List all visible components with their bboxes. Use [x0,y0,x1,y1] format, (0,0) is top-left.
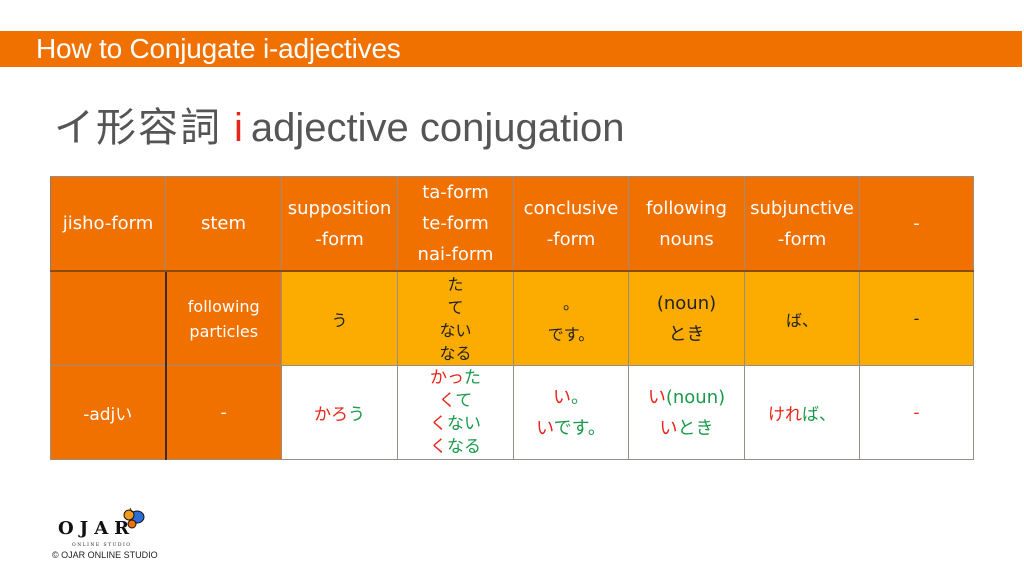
adj-subjunctive: ければ、 [744,365,860,460]
adj-kunai: くない [399,413,513,436]
stem-part: く [438,390,456,411]
adj-i-noun: い(noun) [630,382,744,413]
endings-stem: following particles [164,270,282,366]
ending-te: て [447,297,464,317]
header-conclusive-form: conclusive -form [513,176,629,272]
stem-part: い [647,386,666,408]
endings-supposition: う [281,270,398,366]
stem-part: けれ [768,405,802,425]
copyright-text: © OJAR ONLINE STUDIO [52,550,158,560]
ending-period: 。 [562,293,579,313]
stem-part: く [430,413,447,434]
header-following-nouns: following nouns [628,176,745,272]
ending-part: ば、 [802,405,836,425]
adj-ta-te-nai: かった くて くない くなる [397,365,514,460]
endings-conclusive: 。 です。 [513,270,629,366]
ending-part: 。 [571,386,589,408]
heading-japanese: イ形容詞 [54,105,222,151]
adj-katta: かった [399,367,513,390]
ending-nai: ない [439,320,472,340]
ending-ta: た [447,274,464,294]
adj-conclusive: い。 いです。 [513,365,629,460]
header-row: jisho-form stem supposition -form ta-for… [50,176,974,272]
adj-idesu: いです。 [515,413,628,444]
ending-part: ない [447,413,481,434]
adj-kute: くて [399,390,513,413]
endings-row: following particles う た て ない なる 。 です。 (n… [50,270,974,366]
header-ta-te-nai-form: ta-form te-form nai-form [397,176,514,272]
adj-i-period: い。 [515,382,628,413]
logo-subtext: ONLINE STUDIO [72,543,132,548]
title-banner: How to Conjugate i-adjectives [0,31,1022,67]
endings-following-nouns: (noun) とき [628,270,745,366]
header-subjunctive-form: subjunctive -form [744,176,860,272]
adj-itoki: いとき [630,413,744,444]
header-stem: stem [165,176,282,272]
page-heading: イ形容詞 i adjective conjugation [54,98,624,158]
adj-following-nouns: い(noun) いとき [628,365,745,460]
stem-part: い [659,417,678,439]
adj-dash: - [859,365,974,460]
adj-stem: - [164,365,282,460]
stem-part: かろ [314,405,348,425]
endings-label [50,270,166,366]
heading-english: adjective conjugation [250,106,625,150]
endings-ta-te-nai: た て ない なる [397,270,514,366]
ending-part: です。 [553,417,606,439]
adj-kunaru: くなる [399,436,513,459]
endings-dash: - [859,270,974,366]
ending-part: た [464,367,481,388]
header-jisho-form: jisho-form [50,176,166,272]
header-supposition-form: supposition -form [281,176,398,272]
adjective-row: -adjい - かろう かった くて くない くなる い。 いです。 い(nou… [50,365,974,460]
ending-part: とき [677,417,714,439]
ending-toki: とき [668,323,705,345]
adj-label: -adjい [50,365,166,460]
ending-desu: です。 [547,324,595,344]
logo-wordmark: OJAR [58,518,136,539]
stem-part: い [536,417,554,439]
stem-part: く [430,436,447,457]
ending-part: (noun) [665,386,726,408]
stem-part: かっ [430,367,464,388]
ending-naru: なる [439,343,472,363]
banner-title: How to Conjugate i-adjectives [36,33,401,64]
ending-part: う [348,405,365,425]
adj-supposition: かろう [281,365,398,460]
header-dash: - [859,176,974,272]
conjugation-table: jisho-form stem supposition -form ta-for… [50,176,974,460]
ending-part: なる [447,436,481,457]
endings-subjunctive: ば、 [744,270,860,366]
stem-part: い [553,386,571,408]
ending-noun: (noun) [656,292,717,314]
heading-highlight: i [234,106,243,150]
ojar-logo: OJAR ONLINE STUDIO [54,508,164,553]
ending-part: て [455,390,473,411]
